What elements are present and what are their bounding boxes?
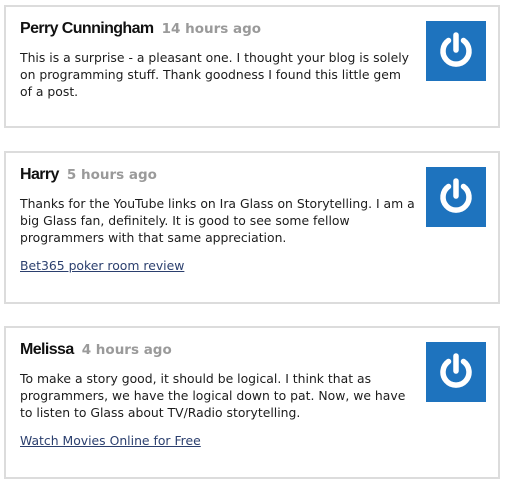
comment-header: Perry Cunningham 14 hours ago [20, 18, 261, 39]
avatar[interactable] [426, 342, 486, 402]
comment-timestamp[interactable]: 5 hours ago [67, 167, 157, 183]
comment-text: To make a story good, it should be logic… [20, 371, 406, 420]
power-icon [440, 32, 472, 67]
power-icon [440, 353, 472, 388]
comment-timestamp[interactable]: 14 hours ago [162, 21, 261, 37]
comment-header: Melissa 4 hours ago [20, 339, 172, 360]
comment-author[interactable]: Melissa [20, 341, 74, 358]
comment-author[interactable]: Harry [20, 166, 59, 183]
comment-timestamp[interactable]: 4 hours ago [82, 342, 172, 358]
power-icon [440, 178, 472, 213]
comment-author[interactable]: Perry Cunningham [20, 20, 154, 37]
avatar[interactable] [426, 167, 486, 227]
avatar[interactable] [426, 21, 486, 81]
comment-header: Harry 5 hours ago [20, 164, 157, 185]
comment-card: Perry Cunningham 14 hours ago This is a … [4, 5, 500, 128]
comment-website-link[interactable]: Watch Movies Online for Free [20, 432, 201, 449]
comment-website-link[interactable]: Bet365 poker room review [20, 257, 184, 274]
comment-card: Harry 5 hours ago Thanks for the YouTube… [4, 151, 500, 304]
comment-text: Thanks for the YouTube links on Ira Glas… [20, 196, 415, 245]
comment-text: This is a surprise - a pleasant one. I t… [20, 50, 410, 99]
comment-card: Melissa 4 hours ago To make a story good… [4, 326, 500, 479]
